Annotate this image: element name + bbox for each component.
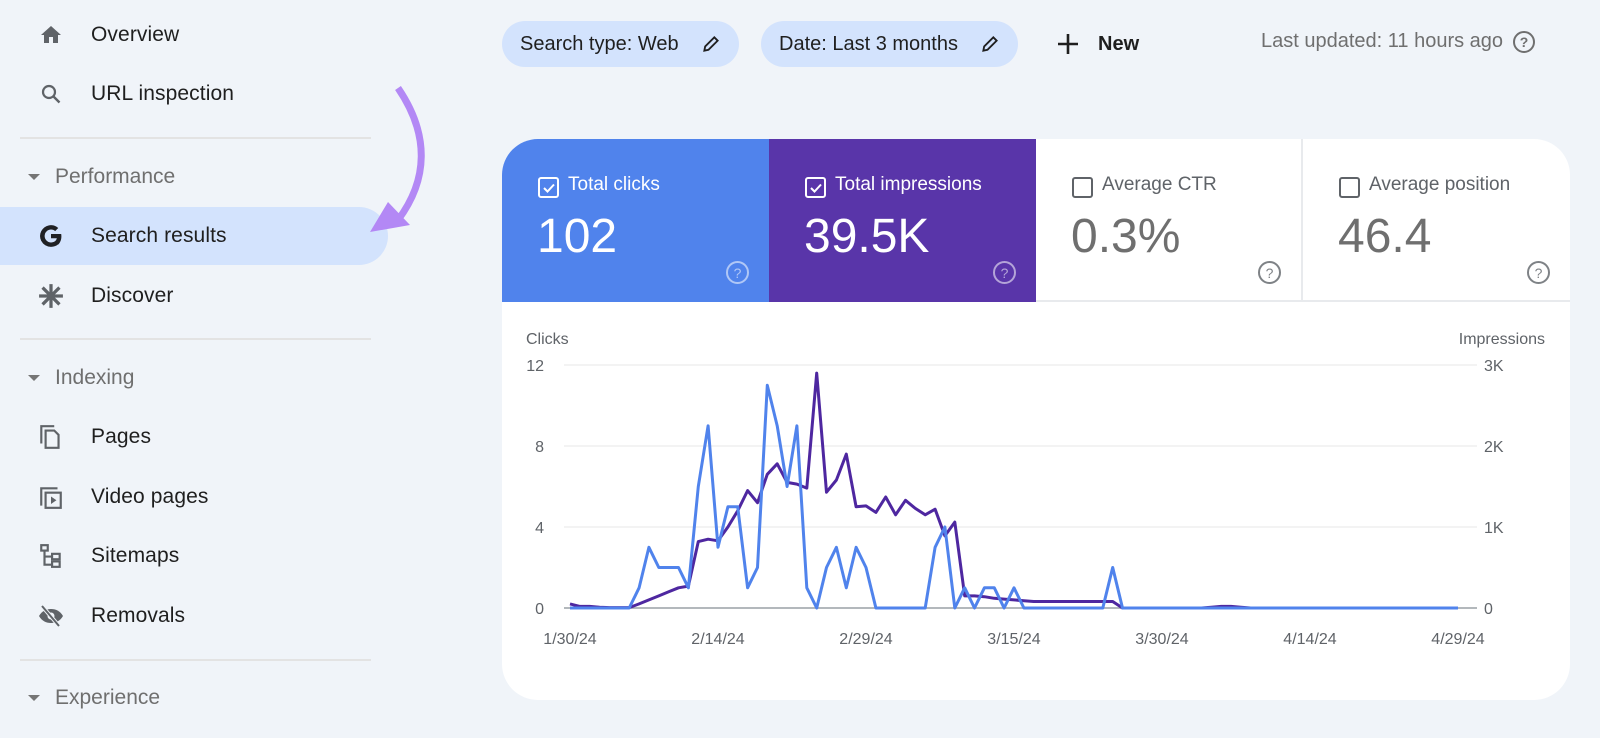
help-icon[interactable]: ? — [1513, 30, 1536, 53]
y-right-tick-label: 1K — [1484, 520, 1504, 537]
sidebar-item-label: Search results — [91, 224, 227, 247]
sidebar-item-label: Removals — [91, 604, 186, 627]
divider — [20, 338, 371, 340]
sidebar-item-label: URL inspection — [91, 82, 235, 105]
section-label: Indexing — [55, 366, 135, 389]
video-pages-icon — [38, 484, 64, 510]
last-updated-text: Last updated: 11 hours ago — [1261, 30, 1504, 52]
sidebar-item-label: Video pages — [91, 485, 209, 508]
sidebar-item-label: Discover — [91, 284, 174, 307]
sidebar-item-label: Pages — [91, 425, 152, 448]
metric-label: Average position — [1369, 174, 1511, 195]
sidebar-item-label: Overview — [91, 23, 180, 46]
x-tick-label: 4/14/24 — [1283, 631, 1336, 648]
y-right-tick-label: 3K — [1484, 358, 1504, 375]
caret-down-icon — [28, 695, 40, 701]
help-icon[interactable]: ? — [993, 261, 1016, 284]
annotation-arrow-icon — [370, 86, 425, 232]
section-experience[interactable]: Experience — [0, 678, 388, 718]
help-icon[interactable]: ? — [1258, 261, 1281, 284]
pencil-icon — [982, 36, 998, 52]
metric-total-impressions[interactable]: Total impressions 39.5K ? — [769, 139, 1036, 302]
sidebar-item-discover[interactable]: Discover — [0, 267, 388, 325]
new-filter-label: New — [1098, 32, 1140, 55]
x-tick-label: 3/30/24 — [1135, 631, 1188, 648]
asterisk-icon — [38, 283, 64, 309]
metric-label: Total clicks — [568, 174, 660, 195]
metric-value: 39.5K — [804, 210, 930, 263]
chart-svg: Clicks Impressions 0 4 8 12 0 1K 2K 3K 1/30/24… — [526, 331, 1545, 648]
metric-average-ctr[interactable]: Average CTR 0.3% ? — [1036, 139, 1303, 302]
pencil-icon — [702, 36, 719, 52]
performance-chart: Clicks Impressions 0 4 8 12 0 1K 2K 3K 1/30/24… — [502, 304, 1570, 700]
help-icon[interactable]: ? — [726, 261, 749, 284]
x-tick-label: 2/29/24 — [839, 631, 892, 648]
last-updated: Last updated: 11 hours ago ? — [1261, 30, 1536, 53]
y-left-tick-label: 8 — [535, 439, 544, 456]
y-left-tick-label: 0 — [535, 601, 544, 618]
sidebar-item-sitemaps[interactable]: Sitemaps — [0, 527, 388, 585]
plus-icon — [1058, 34, 1078, 54]
checkbox-unchecked-icon[interactable] — [1072, 177, 1093, 198]
eye-off-icon — [38, 603, 64, 629]
sidebar-item-search-results[interactable]: Search results — [0, 207, 388, 265]
sitemap-icon — [38, 543, 64, 569]
x-tick-label: 3/15/24 — [987, 631, 1040, 648]
help-icon[interactable]: ? — [1527, 261, 1550, 284]
divider — [20, 659, 371, 661]
filter-chip-label: Search type: Web — [520, 32, 679, 55]
y-left-tick-label: 12 — [526, 358, 544, 375]
divider — [20, 137, 371, 139]
checkbox-checked-icon[interactable] — [805, 177, 826, 198]
metric-value: 46.4 — [1338, 210, 1432, 263]
metric-value: 102 — [537, 210, 618, 263]
metric-value: 0.3% — [1071, 210, 1181, 263]
checkbox-checked-icon[interactable] — [538, 177, 559, 198]
filter-chip-search-type[interactable]: Search type: Web — [502, 21, 739, 67]
metric-label: Average CTR — [1102, 174, 1217, 195]
filter-chip-label: Date: Last 3 months — [779, 32, 958, 55]
caret-down-icon — [28, 375, 40, 381]
metric-average-position[interactable]: Average position 46.4 ? — [1303, 139, 1570, 302]
sidebar-item-url-inspection[interactable]: URL inspection — [0, 65, 388, 123]
home-icon — [38, 22, 64, 48]
checkbox-unchecked-icon[interactable] — [1339, 177, 1360, 198]
section-performance[interactable]: Performance — [0, 157, 388, 197]
section-label: Performance — [55, 165, 176, 188]
x-tick-label: 2/14/24 — [691, 631, 744, 648]
y-right-tick-label: 0 — [1484, 601, 1493, 618]
sidebar: Overview URL inspection Performance Sear… — [0, 0, 400, 738]
search-icon — [38, 81, 64, 107]
y-right-axis-title: Impressions — [1459, 331, 1545, 348]
filter-chip-date[interactable]: Date: Last 3 months — [761, 21, 1018, 67]
x-tick-label: 1/30/24 — [543, 631, 596, 648]
sidebar-item-pages[interactable]: Pages — [0, 408, 388, 466]
x-tick-label: 4/29/24 — [1431, 631, 1484, 648]
new-filter-button[interactable]: New — [1056, 21, 1139, 67]
y-left-tick-label: 4 — [535, 520, 544, 537]
metric-label: Total impressions — [835, 174, 982, 195]
section-label: Experience — [55, 686, 161, 709]
performance-card: Total clicks 102 ? Total impressions 39.… — [502, 139, 1570, 700]
y-left-axis-title: Clicks — [526, 331, 569, 348]
section-indexing[interactable]: Indexing — [0, 358, 388, 398]
sidebar-item-label: Sitemaps — [91, 544, 180, 567]
metric-tabs: Total clicks 102 ? Total impressions 39.… — [502, 139, 1570, 302]
caret-down-icon — [28, 174, 40, 180]
sidebar-item-removals[interactable]: Removals — [0, 587, 388, 645]
series-line-impressions — [569, 371, 1458, 610]
y-right-tick-label: 2K — [1484, 439, 1504, 456]
metric-total-clicks[interactable]: Total clicks 102 ? — [502, 139, 769, 302]
sidebar-item-video-pages[interactable]: Video pages — [0, 468, 388, 526]
pages-icon — [38, 424, 64, 450]
google-g-icon — [38, 223, 64, 249]
series-line-clicks — [570, 383, 1458, 610]
sidebar-item-overview[interactable]: Overview — [0, 6, 388, 64]
